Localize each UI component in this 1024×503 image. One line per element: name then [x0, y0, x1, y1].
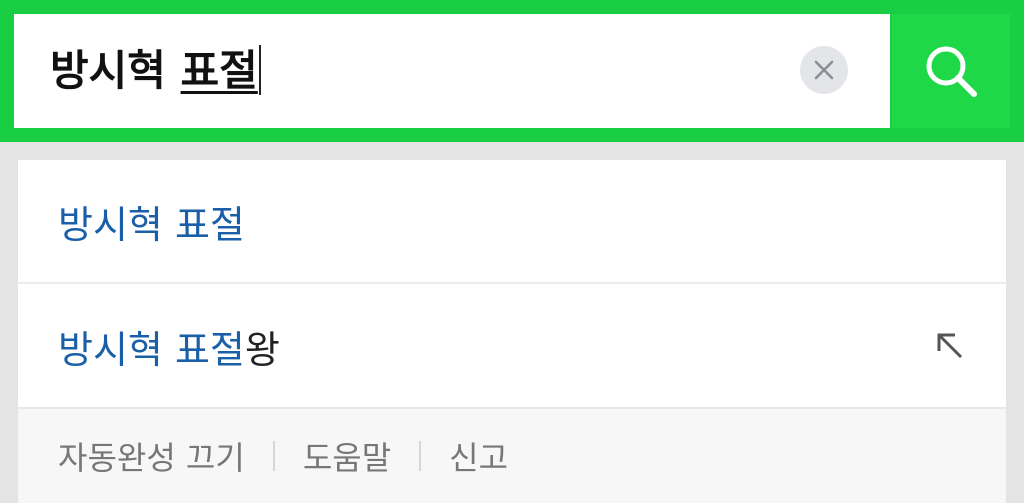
footer-divider [419, 441, 422, 471]
query-prefix: 방시혁 [50, 46, 181, 95]
suggestion-text: 방시혁 표절 [58, 194, 245, 249]
search-input[interactable]: 방시혁 표절 [14, 14, 890, 128]
suggestion-item[interactable]: 방시혁 표절 [18, 160, 1006, 282]
autocomplete-off-link[interactable]: 자동완성 끄기 [58, 433, 245, 479]
close-icon [814, 60, 834, 80]
search-icon [926, 46, 977, 97]
suggestion-highlight: 방시혁 표절 [58, 327, 245, 372]
query-composing-text: 표절 [180, 46, 258, 95]
text-caret [258, 44, 261, 95]
search-bar: 방시혁 표절 [0, 0, 1024, 142]
autocomplete-footer: 자동완성 끄기 도움말 신고 [18, 407, 1006, 503]
clear-button[interactable] [800, 46, 848, 94]
report-link[interactable]: 신고 [449, 433, 508, 479]
query-text: 방시혁 표절 [50, 14, 261, 128]
search-button[interactable] [892, 14, 1010, 128]
footer-divider [272, 441, 275, 471]
autocomplete-panel: 방시혁 표절 방시혁 표절왕 자동완성 끄기 도움말 신고 [18, 160, 1006, 503]
suggestion-rest: 왕 [244, 327, 280, 372]
suggestion-text: 방시혁 표절왕 [58, 319, 280, 374]
fill-query-button[interactable] [930, 326, 970, 366]
help-link[interactable]: 도움말 [303, 433, 391, 479]
suggestion-highlight: 방시혁 표절 [58, 202, 245, 247]
arrow-up-left-icon [937, 333, 963, 359]
suggestion-item[interactable]: 방시혁 표절왕 [18, 282, 1006, 408]
